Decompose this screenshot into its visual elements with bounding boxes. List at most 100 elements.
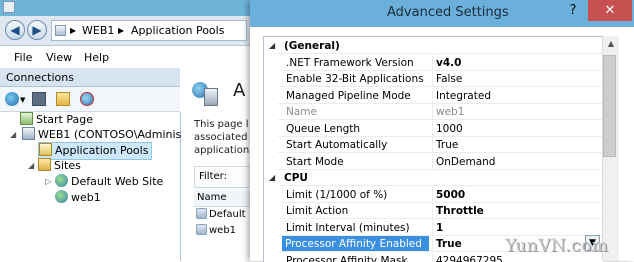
property-name: Limit (1/1000 of %) bbox=[286, 189, 387, 201]
filter-label: Filter: bbox=[199, 171, 227, 182]
property-name: Processor Affinity Enabled bbox=[282, 236, 429, 252]
collapse-arrow-icon[interactable]: ◢ bbox=[269, 173, 275, 182]
filter-bar[interactable]: Filter: bbox=[194, 166, 250, 188]
property-row[interactable]: Enable 32-Bit Applications False bbox=[264, 71, 603, 87]
connections-title: Connections bbox=[6, 71, 74, 84]
collapse-arrow-icon[interactable]: ◢ bbox=[10, 130, 16, 139]
collapse-arrow-icon[interactable]: ◢ bbox=[28, 161, 34, 170]
folder-icon[interactable] bbox=[56, 92, 70, 106]
breadcrumb[interactable]: ▶ WEB1 ▶ Application Pools bbox=[51, 20, 247, 41]
app-pool-icon bbox=[196, 224, 207, 235]
disconnect-icon[interactable] bbox=[80, 92, 94, 106]
column-divider bbox=[432, 71, 433, 87]
column-divider bbox=[432, 137, 433, 153]
property-name: Limit Action bbox=[286, 205, 348, 217]
column-divider bbox=[432, 88, 433, 104]
property-row[interactable]: .NET Framework Version v4.0 bbox=[264, 55, 603, 71]
tree-item-server[interactable]: WEB1 (CONTOSO\Administra bbox=[22, 127, 197, 143]
category-label: (General) bbox=[284, 40, 340, 52]
property-row[interactable]: Name web1 bbox=[264, 104, 603, 120]
property-category[interactable]: ◢ (General) bbox=[264, 38, 603, 54]
property-value[interactable]: Integrated bbox=[436, 90, 491, 102]
help-button[interactable]: ? bbox=[560, 1, 586, 21]
tree-item-web1[interactable]: web1 bbox=[55, 190, 101, 206]
column-divider bbox=[432, 220, 433, 236]
page-title: A bbox=[233, 80, 245, 101]
dialog-title: Advanced Settings bbox=[387, 5, 509, 20]
collapse-arrow-icon[interactable]: ◢ bbox=[269, 41, 275, 50]
property-value[interactable]: Throttle bbox=[436, 205, 484, 217]
property-name: .NET Framework Version bbox=[286, 57, 414, 69]
table-row[interactable]: Default bbox=[196, 208, 250, 223]
property-name: Limit Interval (minutes) bbox=[286, 222, 410, 234]
property-row[interactable]: Limit Action Throttle bbox=[264, 203, 603, 219]
dropdown-arrow-icon[interactable]: ▼ bbox=[20, 96, 25, 104]
server-icon bbox=[55, 25, 66, 36]
forward-arrow-icon[interactable]: ▶ bbox=[27, 20, 47, 40]
menu-bar: File View Help bbox=[0, 46, 250, 68]
globe-icon bbox=[55, 190, 68, 203]
property-name: Start Automatically bbox=[286, 139, 387, 151]
property-row[interactable]: Limit Interval (minutes) 1 bbox=[264, 220, 603, 236]
pools-grid-header[interactable]: Name bbox=[194, 190, 250, 207]
sites-folder-icon bbox=[38, 158, 51, 171]
app-pool-icon bbox=[39, 143, 52, 156]
page-description: This page l associated application bbox=[194, 118, 250, 157]
connect-globe-icon[interactable] bbox=[5, 92, 19, 106]
tree-item-sites[interactable]: Sites bbox=[38, 158, 81, 174]
property-name: Start Mode bbox=[286, 156, 344, 168]
start-page-icon bbox=[20, 112, 33, 125]
property-name: Managed Pipeline Mode bbox=[286, 90, 411, 102]
property-value[interactable]: web1 bbox=[436, 106, 464, 118]
property-value[interactable]: False bbox=[436, 73, 462, 85]
expand-arrow-icon[interactable]: ▷ bbox=[45, 177, 51, 186]
column-divider bbox=[432, 187, 433, 203]
column-divider bbox=[432, 236, 433, 252]
address-bar: ◀ ▶ ▶ WEB1 ▶ Application Pools bbox=[0, 16, 250, 46]
tree-item-default-web-site[interactable]: Default Web Site bbox=[55, 174, 163, 190]
column-name[interactable]: Name bbox=[197, 192, 227, 203]
breadcrumb-server[interactable]: WEB1 bbox=[82, 24, 114, 37]
property-name: Enable 32-Bit Applications bbox=[286, 73, 424, 85]
property-value[interactable]: 1 bbox=[436, 222, 443, 234]
property-value[interactable]: 1000 bbox=[436, 123, 463, 135]
connections-tree: Start Page ◢ WEB1 (CONTOSO\Administra Ap… bbox=[0, 112, 181, 261]
property-row[interactable]: Limit (1/1000 of %) 5000 bbox=[264, 187, 603, 203]
property-name: Name bbox=[286, 106, 317, 118]
menu-help[interactable]: Help bbox=[84, 51, 109, 64]
globe-icon bbox=[55, 174, 68, 187]
connections-toolbar: ▼ bbox=[0, 87, 180, 112]
column-divider bbox=[432, 121, 433, 137]
close-button[interactable]: ✕ bbox=[588, 0, 632, 21]
property-row[interactable]: Start Automatically True bbox=[264, 137, 603, 153]
property-value[interactable]: True bbox=[436, 139, 458, 151]
connections-header: Connections bbox=[0, 68, 180, 87]
server-icon bbox=[22, 127, 35, 140]
property-grid: ◢ (General) .NET Framework Version v4.0 Enab… bbox=[263, 36, 603, 262]
property-row[interactable]: Managed Pipeline Mode Integrated bbox=[264, 88, 603, 104]
column-divider bbox=[432, 104, 433, 120]
property-value[interactable]: OnDemand bbox=[436, 156, 495, 168]
table-row[interactable]: web1 bbox=[196, 224, 250, 239]
property-row[interactable]: Start Mode OnDemand bbox=[264, 154, 603, 170]
menu-file[interactable]: File bbox=[14, 51, 32, 64]
breadcrumb-app-pools[interactable]: Application Pools bbox=[131, 24, 224, 37]
category-label: CPU bbox=[284, 172, 308, 184]
column-divider bbox=[432, 154, 433, 170]
property-category[interactable]: ◢ CPU bbox=[264, 170, 603, 186]
property-name: Queue Length bbox=[286, 123, 360, 135]
column-divider bbox=[432, 203, 433, 219]
property-value[interactable]: 5000 bbox=[436, 189, 465, 201]
save-icon[interactable] bbox=[32, 92, 46, 106]
back-arrow-icon[interactable]: ◀ bbox=[5, 20, 25, 40]
app-pools-feature-icon bbox=[192, 78, 222, 108]
property-value[interactable]: True bbox=[436, 238, 462, 250]
scrollbar-thumb[interactable] bbox=[603, 55, 616, 157]
watermark-text: YunVN.com bbox=[505, 236, 609, 256]
property-value[interactable]: v4.0 bbox=[436, 57, 461, 69]
window-icon bbox=[3, 1, 15, 13]
tree-item-start-page[interactable]: Start Page bbox=[20, 112, 93, 128]
menu-view[interactable]: View bbox=[46, 51, 72, 64]
property-row[interactable]: Queue Length 1000 bbox=[264, 121, 603, 137]
scroll-up-icon[interactable]: ▲ bbox=[603, 36, 619, 52]
